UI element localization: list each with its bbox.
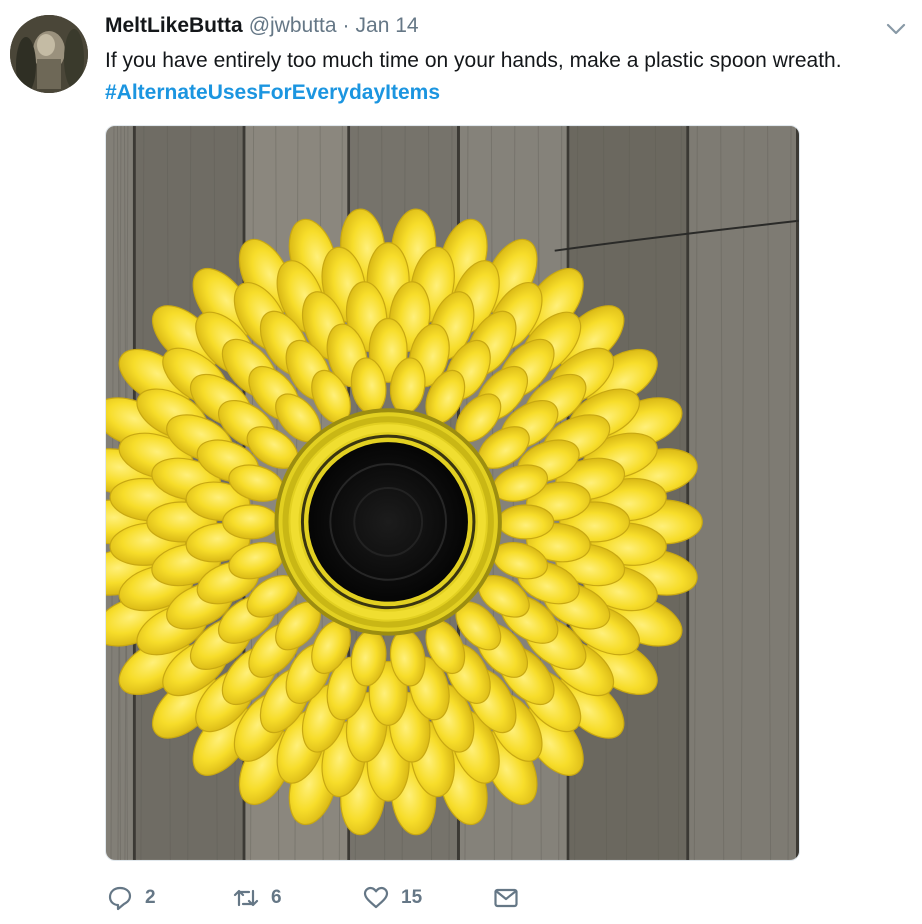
retweet-count: 6 bbox=[271, 887, 282, 908]
reply-count: 2 bbox=[145, 887, 156, 908]
spoon-wreath-photo bbox=[106, 126, 799, 860]
tweet-text: If you have entirely too much time on yo… bbox=[105, 49, 842, 72]
direct-message-button[interactable] bbox=[493, 880, 519, 916]
tweet-photo[interactable] bbox=[105, 125, 800, 861]
display-name[interactable]: MeltLikeButta bbox=[105, 14, 243, 38]
like-button[interactable]: 15 bbox=[363, 880, 422, 916]
chevron-down-icon[interactable] bbox=[885, 18, 907, 40]
tweet-date[interactable]: Jan 14 bbox=[356, 14, 419, 38]
like-count: 15 bbox=[401, 887, 423, 908]
tweet-actions: 2 6 15 bbox=[105, 880, 625, 916]
heart-icon bbox=[363, 885, 389, 911]
tweet-card: MeltLikeButta @jwbutta · Jan 14 If you h… bbox=[0, 0, 922, 924]
hashtag-link[interactable]: #AlternateUsesForEverydayItems bbox=[105, 81, 440, 105]
wreath-center bbox=[274, 408, 502, 636]
separator-dot: · bbox=[342, 14, 350, 37]
avatar-image bbox=[10, 15, 88, 93]
envelope-icon bbox=[493, 885, 519, 911]
retweet-button[interactable]: 6 bbox=[233, 880, 282, 916]
retweet-icon bbox=[233, 885, 259, 911]
tweet-header: MeltLikeButta @jwbutta · Jan 14 bbox=[105, 14, 419, 44]
reply-icon bbox=[107, 885, 133, 911]
reply-button[interactable]: 2 bbox=[107, 880, 156, 916]
user-handle[interactable]: @jwbutta bbox=[249, 14, 337, 38]
avatar[interactable] bbox=[10, 15, 88, 93]
